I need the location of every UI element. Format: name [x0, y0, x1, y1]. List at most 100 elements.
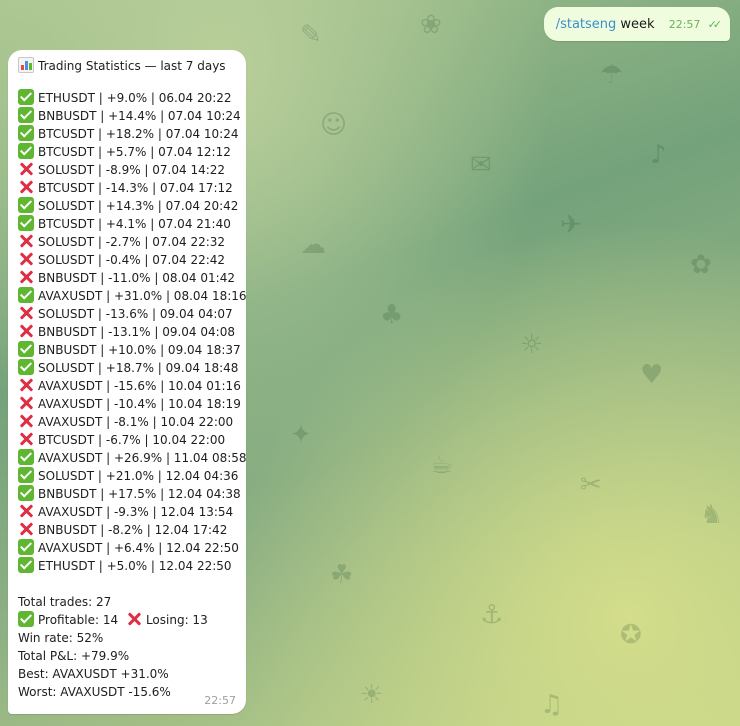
- check-mark-icon: [18, 467, 34, 483]
- trade-row: BNBUSDT | -11.0% | 08.04 01:42: [18, 269, 236, 287]
- trade-text: BNBUSDT | -13.1% | 09.04 04:08: [38, 325, 235, 339]
- trade-row: BTCUSDT | +4.1% | 07.04 21:40: [18, 215, 236, 233]
- cross-mark-icon: [18, 233, 34, 249]
- incoming-message-bubble[interactable]: Trading Statistics — last 7 days ETHUSDT…: [8, 50, 247, 714]
- trade-text: BNBUSDT | +14.4% | 07.04 10:24: [38, 109, 241, 123]
- trade-row: BTCUSDT | +18.2% | 07.04 10:24: [18, 125, 239, 143]
- trade-text: SOLUSDT | +18.7% | 09.04 18:48: [38, 361, 239, 375]
- command-argument: week: [620, 17, 655, 32]
- cross-mark-icon: [18, 503, 34, 519]
- bot-command-link[interactable]: /statseng: [556, 17, 617, 32]
- trade-row: BNBUSDT | +10.0% | 09.04 18:37: [18, 341, 241, 359]
- summary-profit-loss: Profitable: 14 Losing: 13: [18, 611, 236, 629]
- cross-mark-icon: [18, 269, 34, 285]
- cross-mark-icon: [18, 305, 34, 321]
- summary-best: Best: AVAXUSDT +31.0%: [18, 667, 169, 681]
- check-mark-icon: [18, 359, 34, 375]
- trade-text: BNBUSDT | +17.5% | 12.04 04:38: [38, 487, 241, 501]
- check-mark-icon: [18, 107, 34, 123]
- trade-text: BNBUSDT | +10.0% | 09.04 18:37: [38, 343, 241, 357]
- trade-row: SOLUSDT | -2.7% | 07.04 22:32: [18, 233, 236, 251]
- trade-row: SOLUSDT | -0.4% | 07.04 22:42: [18, 251, 236, 269]
- cross-mark-icon: [18, 395, 34, 411]
- trade-text: BTCUSDT | +18.2% | 07.04 10:24: [38, 127, 239, 141]
- trade-row: AVAXUSDT | -15.6% | 10.04 01:16: [18, 377, 241, 395]
- trade-row: BNBUSDT | +17.5% | 12.04 04:38: [18, 485, 241, 503]
- trade-text: BTCUSDT | -14.3% | 07.04 17:12: [38, 181, 233, 195]
- summary-worst: Worst: AVAXUSDT -15.6%: [18, 685, 171, 699]
- trade-row: AVAXUSDT | +6.4% | 12.04 22:50: [18, 539, 239, 557]
- trade-text: BNBUSDT | -11.0% | 08.04 01:42: [38, 271, 235, 285]
- check-mark-icon: [18, 611, 34, 627]
- check-mark-icon: [18, 287, 34, 303]
- trade-row: AVAXUSDT | -9.3% | 12.04 13:54: [18, 503, 236, 521]
- trade-text: SOLUSDT | -8.9% | 07.04 14:22: [38, 163, 226, 177]
- cross-mark-icon: [18, 521, 34, 537]
- trade-row: BTCUSDT | -14.3% | 07.04 17:12: [18, 179, 236, 197]
- check-mark-icon: [18, 89, 34, 105]
- check-mark-icon: [18, 539, 34, 555]
- trade-row: ETHUSDT | +9.0% | 06.04 20:22: [18, 89, 236, 107]
- trade-row: SOLUSDT | +21.0% | 12.04 04:36: [18, 467, 239, 485]
- trade-row: AVAXUSDT | -8.1% | 10.04 22:00: [18, 413, 236, 431]
- check-mark-icon: [18, 197, 34, 213]
- trade-row: AVAXUSDT | +26.9% | 11.04 08:58: [18, 449, 247, 467]
- trade-row: SOLUSDT | -8.9% | 07.04 14:22: [18, 161, 236, 179]
- check-mark-icon: [18, 215, 34, 231]
- trade-row: BNBUSDT | +14.4% | 07.04 10:24: [18, 107, 241, 125]
- trade-text: SOLUSDT | +21.0% | 12.04 04:36: [38, 469, 239, 483]
- trade-row: BTCUSDT | -6.7% | 10.04 22:00: [18, 431, 236, 449]
- check-mark-icon: [18, 125, 34, 141]
- check-mark-icon: [18, 341, 34, 357]
- trade-text: SOLUSDT | -2.7% | 07.04 22:32: [38, 235, 226, 249]
- trade-text: ETHUSDT | +5.0% | 12.04 22:50: [38, 559, 232, 573]
- trade-text: AVAXUSDT | +26.9% | 11.04 08:58: [38, 451, 247, 465]
- trade-row: SOLUSDT | -13.6% | 09.04 04:07: [18, 305, 236, 323]
- trade-row: BNBUSDT | -13.1% | 09.04 04:08: [18, 323, 236, 341]
- check-mark-icon: [18, 449, 34, 465]
- trade-text: AVAXUSDT | -15.6% | 10.04 01:16: [38, 379, 241, 393]
- stats-title: Trading Statistics — last 7 days: [38, 59, 226, 73]
- cross-mark-icon: [18, 161, 34, 177]
- trade-text: SOLUSDT | +14.3% | 07.04 20:42: [38, 199, 239, 213]
- trade-row: SOLUSDT | +14.3% | 07.04 20:42: [18, 197, 239, 215]
- summary-win-rate: Win rate: 52%: [18, 631, 104, 645]
- cross-mark-icon: [18, 323, 34, 339]
- cross-mark-icon: [18, 179, 34, 195]
- summary-profitable: Profitable: 14: [38, 613, 119, 627]
- trade-row: BTCUSDT | +5.7% | 07.04 12:12: [18, 143, 236, 161]
- trade-row: AVAXUSDT | +31.0% | 08.04 18:16: [18, 287, 247, 305]
- outgoing-message-time: 22:57: [668, 18, 701, 31]
- trade-text: AVAXUSDT | +31.0% | 08.04 18:16: [38, 289, 247, 303]
- cross-mark-icon: [18, 431, 34, 447]
- cross-mark-icon: [18, 413, 34, 429]
- trade-text: BTCUSDT | +5.7% | 07.04 12:12: [38, 145, 231, 159]
- trade-list: ETHUSDT | +9.0% | 06.04 20:22 BNBUSDT | +…: [18, 89, 247, 575]
- check-mark-icon: [18, 557, 34, 573]
- cross-mark-icon: [126, 611, 142, 627]
- trade-text: BNBUSDT | -8.2% | 12.04 17:42: [38, 523, 228, 537]
- stats-title-line: Trading Statistics — last 7 days: [18, 57, 236, 75]
- trade-text: SOLUSDT | -13.6% | 09.04 04:07: [38, 307, 233, 321]
- cross-mark-icon: [18, 251, 34, 267]
- summary-pnl: Total P&L: +79.9%: [18, 649, 130, 663]
- summary-losing: Losing: 13: [145, 613, 208, 627]
- trade-text: BTCUSDT | -6.7% | 10.04 22:00: [38, 433, 226, 447]
- trade-text: SOLUSDT | -0.4% | 07.04 22:42: [38, 253, 226, 267]
- cross-mark-icon: [18, 377, 34, 393]
- double-check-icon: ✓✓: [707, 18, 723, 31]
- check-mark-icon: [18, 485, 34, 501]
- summary-total: Total trades: 27: [18, 595, 112, 609]
- incoming-message-time: 22:57: [204, 694, 236, 707]
- trade-text: AVAXUSDT | -8.1% | 10.04 22:00: [38, 415, 234, 429]
- trade-text: BTCUSDT | +4.1% | 07.04 21:40: [38, 217, 231, 231]
- trade-text: AVAXUSDT | +6.4% | 12.04 22:50: [38, 541, 239, 555]
- trade-text: ETHUSDT | +9.0% | 06.04 20:22: [38, 91, 232, 105]
- bar-chart-icon: [18, 57, 34, 73]
- outgoing-message-bubble[interactable]: /statseng week 22:57 ✓✓: [543, 7, 730, 41]
- check-mark-icon: [18, 143, 34, 159]
- trade-row: SOLUSDT | +18.7% | 09.04 18:48: [18, 359, 239, 377]
- trade-text: AVAXUSDT | -10.4% | 10.04 18:19: [38, 397, 241, 411]
